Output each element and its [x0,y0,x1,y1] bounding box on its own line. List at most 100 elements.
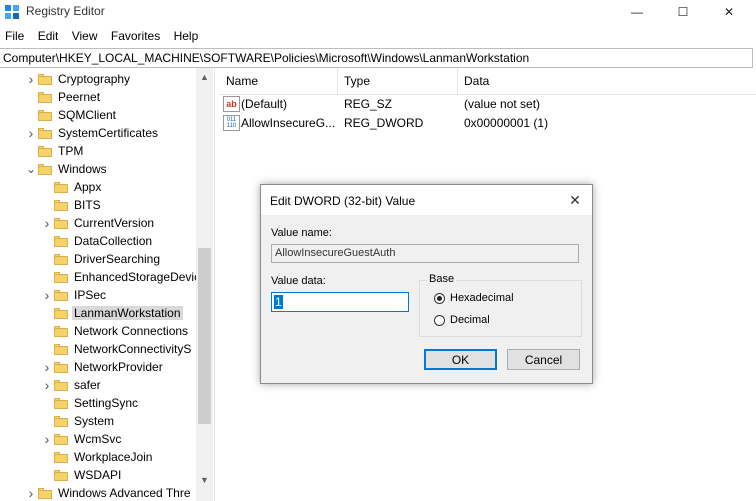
tree-item[interactable]: › SystemCertificates [24,124,160,142]
tree-item[interactable]: › CurrentVersion [40,214,156,232]
column-header-name[interactable]: Name [226,74,258,88]
tree-item[interactable]: › Cryptography [24,70,132,88]
tree-item-label[interactable]: NetworkConnectivityS [72,342,193,356]
expand-chevron-icon[interactable]: › [40,376,54,394]
tree-item-label[interactable]: safer [72,378,103,392]
tree-item-label[interactable]: Windows Advanced Thre [56,486,193,500]
tree-item-label[interactable]: Cryptography [56,72,132,86]
tree-item-label[interactable]: SQMClient [56,108,118,122]
tree-item-label[interactable]: System [72,414,116,428]
expand-chevron-icon[interactable]: › [40,358,54,376]
tree-item-label[interactable]: DriverSearching [72,252,162,266]
scroll-up-arrow-icon[interactable]: ▲ [196,68,213,85]
registry-editor-icon [5,5,19,19]
base-group-label: Base [427,273,457,285]
tree-item[interactable]: Appx [40,178,103,196]
tree-item-label[interactable]: WSDAPI [72,468,123,482]
column-divider[interactable] [337,68,338,94]
expand-chevron-icon[interactable]: › [40,214,54,232]
expand-chevron-icon[interactable]: › [24,124,38,142]
tree-vertical-scrollbar[interactable]: ▲ ▼ [196,68,213,501]
close-button[interactable]: ✕ [706,0,752,24]
folder-icon [38,145,52,157]
decimal-radio[interactable] [434,315,445,326]
tree-item-label[interactable]: Windows [56,162,109,176]
column-header-type[interactable]: Type [344,74,370,88]
tree-item-label[interactable]: BITS [72,198,103,212]
table-row[interactable]: 011 110 AllowInsecureG... REG_DWORD 0x00… [219,113,756,132]
tree-item-label[interactable]: SystemCertificates [56,126,160,140]
ok-button[interactable]: OK [424,349,497,370]
tree-item-label[interactable]: CurrentVersion [72,216,156,230]
tree-item-label[interactable]: DataCollection [72,234,154,248]
minimize-button[interactable]: — [614,0,660,24]
hexadecimal-radio[interactable] [434,293,445,304]
tree-item-label[interactable]: Appx [72,180,103,194]
expand-chevron-icon[interactable]: › [40,430,54,448]
menu-favorites[interactable]: Favorites [106,27,165,45]
cancel-button[interactable]: Cancel [507,349,580,370]
decimal-label[interactable]: Decimal [450,314,490,326]
hexadecimal-label[interactable]: Hexadecimal [450,292,514,304]
folder-icon [38,109,52,121]
tree-item[interactable]: Network Connections [40,322,190,340]
tree-item[interactable]: ⌄ Windows [24,160,109,178]
column-header-data[interactable]: Data [464,74,489,88]
tree-item-label[interactable]: WorkplaceJoin [72,450,154,464]
scrollbar-thumb[interactable] [198,248,211,424]
tree-item[interactable]: LanmanWorkstation [40,304,183,322]
tree-item[interactable]: SQMClient [24,106,118,124]
tree-item-label[interactable]: NetworkProvider [72,360,165,374]
tree-item[interactable]: BITS [40,196,103,214]
tree-item-label[interactable]: EnhancedStorageDevic [72,270,202,284]
tree-item[interactable]: DriverSearching [40,250,162,268]
menu-file[interactable]: File [0,27,29,45]
tree-item[interactable]: Peernet [24,88,102,106]
tree-item-label[interactable]: IPSec [72,288,108,302]
address-path[interactable]: Computer\HKEY_LOCAL_MACHINE\SOFTWARE\Pol… [3,51,529,65]
tree-item[interactable]: TPM [24,142,85,160]
registry-tree[interactable]: › Cryptography Peernet SQMClient › SystemCert… [0,68,212,501]
tree-item[interactable]: › IPSec [40,286,108,304]
tree-item-label[interactable]: Peernet [56,90,102,104]
tree-item[interactable]: DataCollection [40,232,154,250]
dialog-close-icon[interactable]: ✕ [566,191,584,209]
tree-item-label[interactable]: SettingSync [72,396,140,410]
tree-item[interactable]: › NetworkProvider [40,358,165,376]
menu-view[interactable]: View [67,27,103,45]
tree-item-label[interactable]: WcmSvc [72,432,123,446]
tree-item[interactable]: › safer [40,376,103,394]
tree-item[interactable]: SettingSync [40,394,140,412]
column-divider[interactable] [457,68,458,94]
value-data: (value not set) [464,97,541,111]
table-row[interactable]: ab (Default) REG_SZ (value not set) [219,94,756,113]
tree-item[interactable]: NetworkConnectivityS [40,340,193,358]
tree-item[interactable]: System [40,412,116,430]
expand-chevron-icon[interactable]: › [40,286,54,304]
value-data-input[interactable]: 1 [271,292,409,312]
scroll-down-arrow-icon[interactable]: ▼ [196,471,213,488]
value-data-text[interactable]: 1 [274,295,283,309]
expand-chevron-icon[interactable]: › [24,484,38,501]
tree-item-label[interactable]: LanmanWorkstation [72,306,183,320]
address-bar[interactable]: Computer\HKEY_LOCAL_MACHINE\SOFTWARE\Pol… [0,48,753,68]
maximize-button[interactable]: ☐ [660,0,706,24]
expand-chevron-icon[interactable]: › [24,70,38,88]
folder-icon [54,379,68,391]
tree-item[interactable]: › Windows Advanced Thre [24,484,193,501]
tree-item[interactable]: WSDAPI [40,466,123,484]
tree-item-label[interactable]: TPM [56,144,85,158]
dialog-title-bar[interactable]: Edit DWORD (32-bit) Value ✕ [261,185,592,215]
tree-item[interactable]: WorkplaceJoin [40,448,154,466]
tree-item[interactable]: › WcmSvc [40,430,123,448]
collapse-chevron-icon[interactable]: ⌄ [24,160,38,178]
tree-item[interactable]: EnhancedStorageDevic [40,268,202,286]
tree-item-label[interactable]: Network Connections [72,324,190,338]
menu-help[interactable]: Help [169,27,204,45]
menu-edit[interactable]: Edit [33,27,64,45]
value-data: 0x00000001 (1) [464,116,549,130]
